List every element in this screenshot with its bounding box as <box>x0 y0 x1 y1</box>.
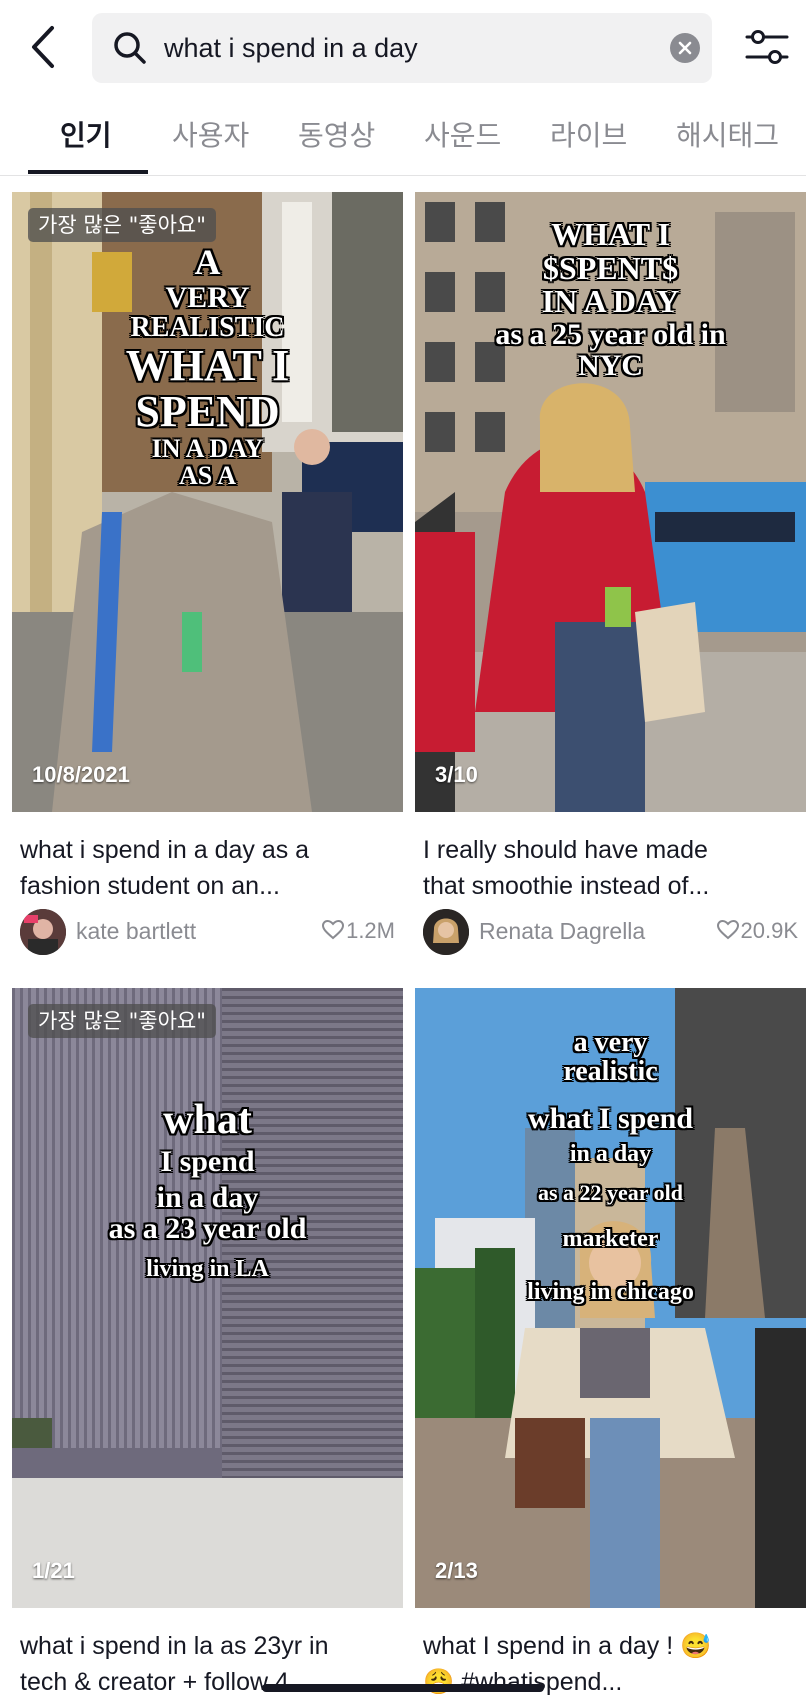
video-thumbnail[interactable]: 가장 많은 "좋아요" A VERY REALISTIC WHAT I SPEN… <box>12 192 403 812</box>
video-overlay-text: a very realistic what I spend in a day a… <box>527 1027 694 1305</box>
author-name[interactable]: kate bartlett <box>76 918 196 945</box>
video-thumbnail[interactable]: WHAT I $SPENT$ IN A DAY as a 25 year old… <box>415 192 806 812</box>
tab-videos[interactable]: 동영상 <box>298 114 375 154</box>
home-indicator[interactable] <box>262 1684 544 1692</box>
tab-sounds[interactable]: 사운드 <box>424 114 501 154</box>
chevron-left-icon <box>32 26 54 68</box>
search-icon <box>114 32 146 64</box>
close-icon <box>678 41 692 55</box>
video-overlay-text: WHAT I $SPENT$ IN A DAY as a 25 year old… <box>495 216 726 383</box>
post-date: 1/21 <box>32 1558 75 1583</box>
tab-hashtags[interactable]: 해시태그 <box>676 114 779 154</box>
video-meta: kate bartlett 1.2M <box>20 908 403 956</box>
post-date: 10/8/2021 <box>32 762 130 787</box>
video-thumbnail[interactable]: 가장 많은 "좋아요" what I spend in a day as a 2… <box>12 988 403 1608</box>
thumbnail-image <box>12 988 403 1608</box>
search-category-tabs: 인기 사용자 동영상 사운드 라이브 해시태그 <box>0 100 806 176</box>
tab-live[interactable]: 라이브 <box>550 114 627 154</box>
tab-users[interactable]: 사용자 <box>172 114 249 154</box>
active-tab-indicator <box>28 170 148 174</box>
like-count: 1.2M <box>322 918 395 944</box>
heart-icon <box>716 920 739 940</box>
search-bar[interactable] <box>92 13 712 83</box>
like-count: 20.9K <box>716 918 799 944</box>
clear-search-button[interactable] <box>670 33 700 63</box>
search-input[interactable] <box>164 27 644 69</box>
avatar[interactable] <box>20 909 66 955</box>
video-overlay-text: A VERY REALISTIC WHAT I SPEND IN A DAY A… <box>125 242 290 491</box>
avatar[interactable] <box>423 909 469 955</box>
post-date: 3/10 <box>435 762 478 787</box>
video-caption[interactable]: I really should have made that smoothie … <box>423 832 803 904</box>
avatar-image <box>20 909 66 955</box>
author-name[interactable]: Renata Dagrella <box>479 918 645 945</box>
avatar-image <box>423 909 469 955</box>
search-header <box>0 0 806 96</box>
video-thumbnail[interactable]: a very realistic what I spend in a day a… <box>415 988 806 1608</box>
most-liked-badge: 가장 많은 "좋아요" <box>28 208 216 242</box>
sliders-icon <box>745 30 789 64</box>
filter-button[interactable] <box>744 25 790 71</box>
video-caption[interactable]: what i spend in a day as a fashion stude… <box>20 832 400 904</box>
tab-top[interactable]: 인기 <box>60 114 112 154</box>
video-overlay-text: what I spend in a day as a 23 year old l… <box>108 1097 307 1282</box>
post-date: 2/13 <box>435 1558 478 1583</box>
like-count-value: 20.9K <box>740 918 799 943</box>
like-count-value: 1.2M <box>346 918 395 943</box>
heart-icon <box>322 920 345 940</box>
search-results-screen: 인기 사용자 동영상 사운드 라이브 해시태그 <box>0 0 806 1708</box>
back-button[interactable] <box>24 22 64 72</box>
video-meta: Renata Dagrella 20.9K <box>423 908 806 956</box>
most-liked-badge: 가장 많은 "좋아요" <box>28 1004 216 1038</box>
